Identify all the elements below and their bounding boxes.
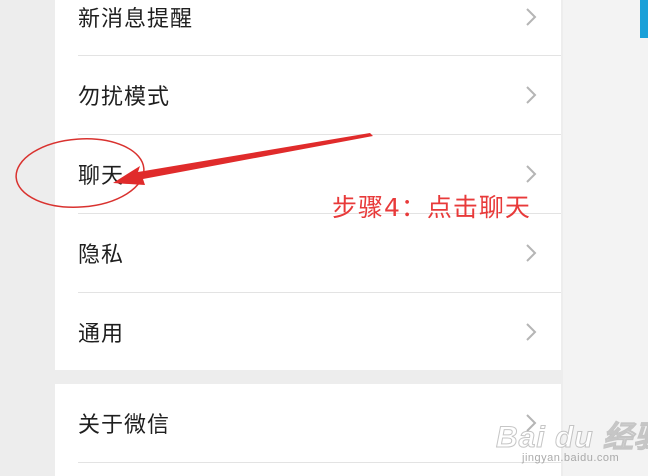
chevron-right-icon [526,323,537,341]
settings-item-label: 勿扰模式 [78,85,171,110]
watermark-logo-text: Bai du 经验 [495,421,648,455]
chevron-right-icon [526,165,537,183]
settings-item-label: 通用 [78,322,125,347]
watermark-url: jingyan.baidu.com [522,452,620,464]
settings-item-label: 聊天 [78,164,125,189]
divider [78,462,561,463]
settings-item-new-message-alert[interactable]: 新消息提醒 [55,0,561,56]
settings-item-general[interactable]: 通用 [55,293,561,371]
settings-list: 新消息提醒 勿扰模式 聊天 隐私 通用 [55,0,561,370]
settings-item-label: 关于微信 [78,413,171,438]
settings-item-do-not-disturb[interactable]: 勿扰模式 [55,56,561,134]
chevron-right-icon [526,244,537,262]
annotation-step-text: 步骤4：点击聊天 [332,193,531,222]
chevron-right-icon [526,86,537,104]
baidu-watermark: Bai du 经验 jingyan.baidu.com [495,404,648,468]
settings-item-about-wechat[interactable]: 关于微信 [55,384,561,462]
scrollbar-accent [640,0,648,38]
settings-item-label: 新消息提醒 [78,7,194,32]
settings-item-privacy[interactable]: 隐私 [55,214,561,292]
chevron-right-icon [526,8,537,26]
settings-item-label: 隐私 [78,243,125,268]
about-section: 关于微信 [55,384,561,476]
